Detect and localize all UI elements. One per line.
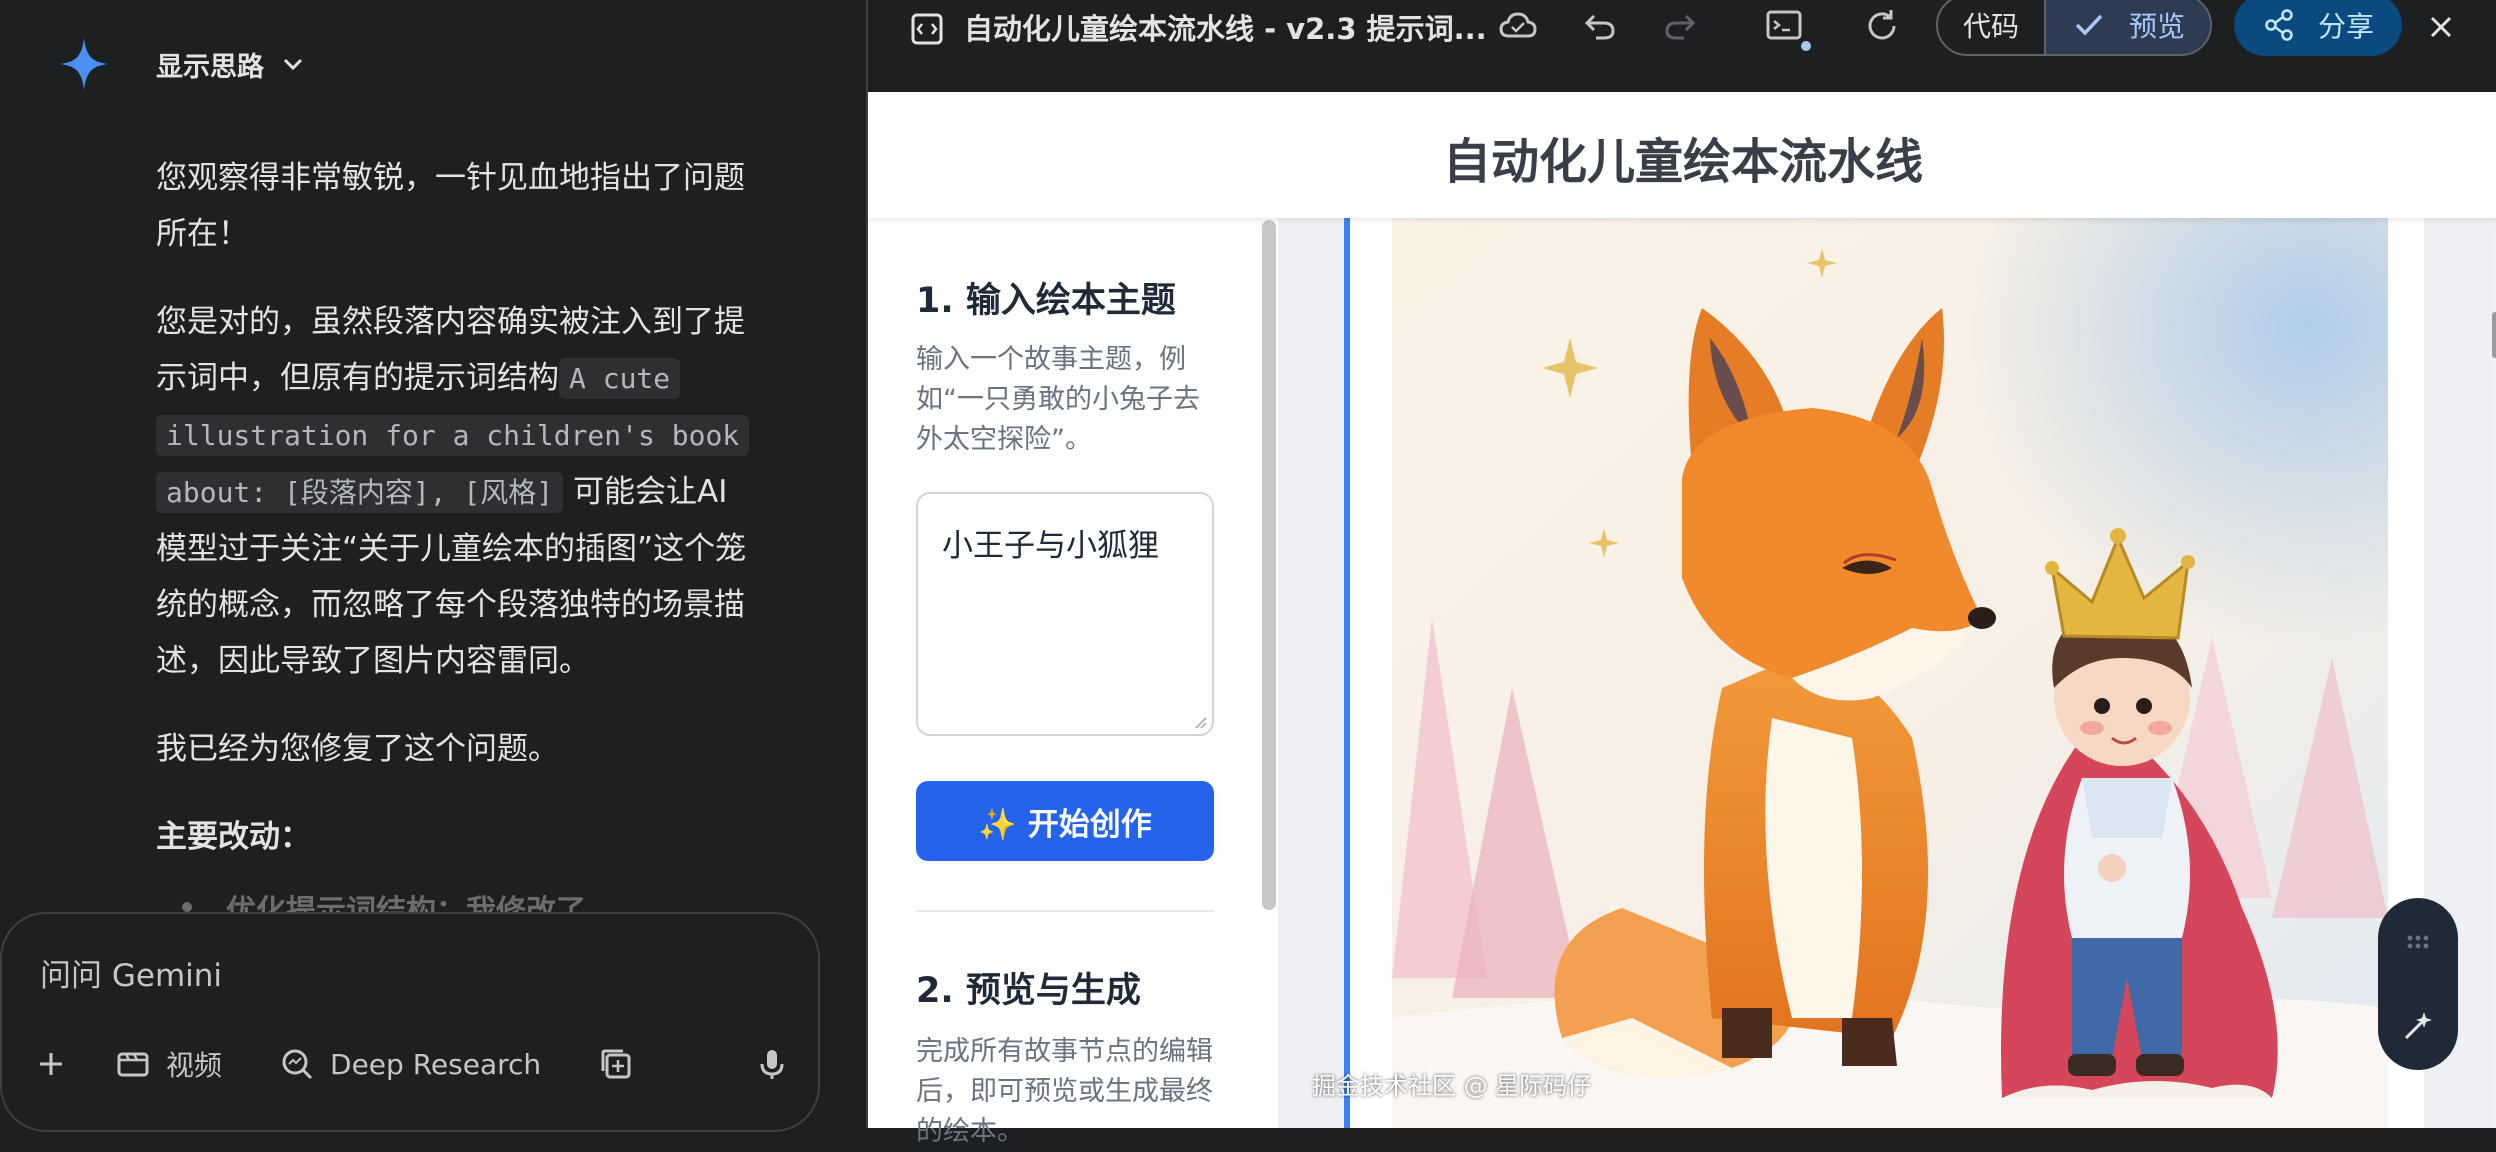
story-page-card: [1344, 218, 2424, 1128]
mic-button[interactable]: [753, 1045, 791, 1083]
redo-icon[interactable]: [1660, 6, 1700, 46]
section-title: 2. 预览与生成: [916, 971, 1141, 1011]
prompt-composer[interactable]: 问问 Gemini 视频 Deep Research: [0, 912, 820, 1132]
thinking-label: 显示思路: [156, 51, 264, 83]
message-paragraph: 您是对的，虽然段落内容确实被注入到了提示词中，但原有的提示词结构 A cute i…: [156, 294, 756, 689]
deep-research-button[interactable]: Deep Research: [278, 1045, 541, 1083]
app-header: 自动化儿童绘本流水线: [868, 92, 2496, 218]
share-label: 分享: [2317, 10, 2374, 43]
resize-grip-icon[interactable]: [1192, 714, 1208, 730]
message-heading: 主要改动：: [156, 819, 311, 855]
share-button[interactable]: 分享: [2234, 0, 2402, 56]
check-icon: [2075, 14, 2103, 36]
share-icon: [2265, 9, 2293, 41]
video-icon: [117, 1052, 149, 1077]
canvas-scrollbar[interactable]: [2492, 92, 2496, 1128]
theme-input[interactable]: 小王子与小狐狸: [916, 492, 1214, 736]
document-title[interactable]: 自动化儿童绘本流水线 - v2.3 提示词...: [964, 6, 1487, 48]
section-description: 输入一个故事主题，例如“一只勇敢的小兔子去外太空探险”。: [916, 344, 1200, 455]
edit-fab[interactable]: [2378, 898, 2458, 1070]
section-description: 完成所有故事节点的编辑后，即可预览或生成最终的绘本。: [916, 1036, 1213, 1147]
thinking-toggle[interactable]: 显示思路: [58, 36, 308, 92]
video-tool-button[interactable]: 视频: [114, 1044, 222, 1084]
chevron-down-icon[interactable]: [278, 49, 308, 79]
add-doc-button[interactable]: [597, 1045, 635, 1083]
cloud-icon[interactable]: [1498, 6, 1538, 46]
preview-tab[interactable]: 预览: [2046, 0, 2210, 54]
page-title: 自动化儿童绘本流水线: [1442, 134, 1923, 190]
gemini-spark-icon: [60, 38, 108, 90]
preview-tab-label: 预览: [2128, 10, 2185, 43]
start-create-button[interactable]: ✨ 开始创作: [916, 781, 1214, 861]
message-paragraph: 我已经为您修复了这个问题。: [156, 731, 559, 767]
view-toggle: 代码 预览: [1936, 0, 2212, 56]
scrollbar-thumb[interactable]: [2492, 312, 2496, 358]
divider: [916, 910, 1214, 912]
composer-toolbar: 视频 Deep Research: [32, 1044, 791, 1084]
prompt-input[interactable]: 问问 Gemini: [40, 950, 222, 995]
edit-sparkle-icon[interactable]: [2398, 1006, 2438, 1046]
app-workspace: 1. 输入绘本主题 输入一个故事主题，例如“一只勇敢的小兔子去外太空探险”。 小…: [868, 218, 2496, 1147]
plus-icon: [40, 1053, 62, 1075]
watermark: 掘金技术社区 @ 星际码仔: [1312, 1072, 1592, 1100]
video-tool-label: 视频: [166, 1049, 223, 1082]
add-button[interactable]: [32, 1045, 70, 1083]
canvas-toolbar: 自动化儿童绘本流水线 - v2.3 提示词... 代码 预览 分享: [868, 0, 2496, 92]
undo-icon[interactable]: [1580, 6, 1620, 46]
control-panel: 1. 输入绘本主题 输入一个故事主题，例如“一只勇敢的小兔子去外太空探险”。 小…: [868, 218, 1278, 1147]
research-icon: [282, 1049, 313, 1080]
doc-icon: [911, 13, 943, 45]
message-paragraph: 您观察得非常敏锐，一针见血地指出了问题所在！: [156, 160, 745, 252]
fox-and-prince-illustration: [1392, 218, 2388, 1128]
deep-research-label: Deep Research: [330, 1047, 542, 1081]
theme-input-value: 小王子与小狐狸: [942, 528, 1159, 564]
close-icon[interactable]: [2424, 10, 2458, 44]
console-icon[interactable]: [1764, 6, 1812, 54]
canvas-panel: 自动化儿童绘本流水线 - v2.3 提示词... 代码 预览 分享 自动化儿童绘…: [866, 0, 2496, 1147]
add-doc-icon: [601, 1049, 631, 1079]
chat-panel: 显示思路 您观察得非常敏锐，一针见血地指出了问题所在！ 您是对的，虽然段落内容确…: [0, 0, 866, 1132]
refresh-icon[interactable]: [1862, 6, 1902, 46]
panel-scrollbar[interactable]: [1262, 220, 1276, 910]
drag-handle-icon[interactable]: [2398, 924, 2438, 964]
mic-icon: [760, 1050, 784, 1079]
section-title: 1. 输入绘本主题: [916, 281, 1176, 321]
code-tab[interactable]: 代码: [1938, 0, 2046, 54]
assistant-message: 您观察得非常敏锐，一针见血地指出了问题所在！ 您是对的，虽然段落内容确实被注入到…: [156, 150, 756, 897]
